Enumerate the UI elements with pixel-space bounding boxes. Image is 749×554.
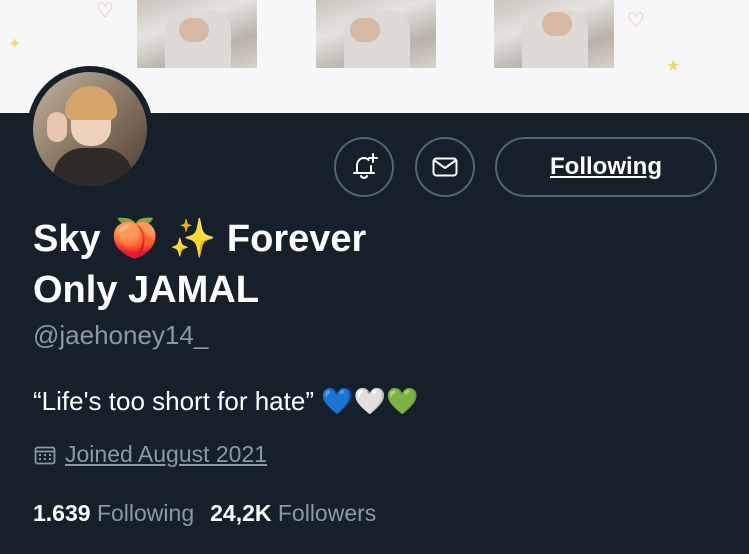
- star-decoration: ★: [666, 58, 681, 75]
- bell-plus-icon: [353, 153, 378, 179]
- followers-count: 24,2K: [210, 500, 272, 526]
- followers-stat-label: Followers: [277, 500, 377, 526]
- banner-photo: [316, 0, 436, 68]
- avatar-image: [33, 72, 147, 186]
- following-stat[interactable]: 1.639 Following: [33, 500, 194, 526]
- calendar-icon: [34, 446, 56, 464]
- notifications-button[interactable]: [334, 137, 394, 197]
- avatar[interactable]: [27, 66, 153, 192]
- following-count: 1.639: [33, 500, 91, 526]
- heart-decoration: ♡: [627, 10, 645, 32]
- join-date-text[interactable]: Joined August 2021: [65, 441, 267, 468]
- profile-stats: 1.639 Following 24,2K Followers: [33, 500, 376, 527]
- heart-decoration: ♡: [96, 0, 114, 22]
- banner-photo: [137, 0, 257, 68]
- join-date: Joined August 2021: [33, 441, 267, 468]
- user-handle: @jaehoney14_: [33, 320, 209, 350]
- message-button[interactable]: [415, 137, 475, 197]
- following-button[interactable]: Following: [495, 137, 717, 197]
- profile-bio: “Life's too short for hate” 💙🤍💚: [33, 386, 419, 416]
- display-name: Sky 🍑 ✨ Forever Only JAMAL: [33, 214, 453, 316]
- envelope-icon: [432, 157, 458, 177]
- following-stat-label: Following: [96, 500, 195, 526]
- banner-photo: [494, 0, 614, 68]
- display-name-line1: Sky 🍑 ✨ Forever: [33, 218, 367, 260]
- followers-stat[interactable]: 24,2K Followers: [210, 500, 376, 526]
- star-decoration: ✦: [8, 36, 22, 53]
- display-name-line2: Only JAMAL: [33, 269, 259, 311]
